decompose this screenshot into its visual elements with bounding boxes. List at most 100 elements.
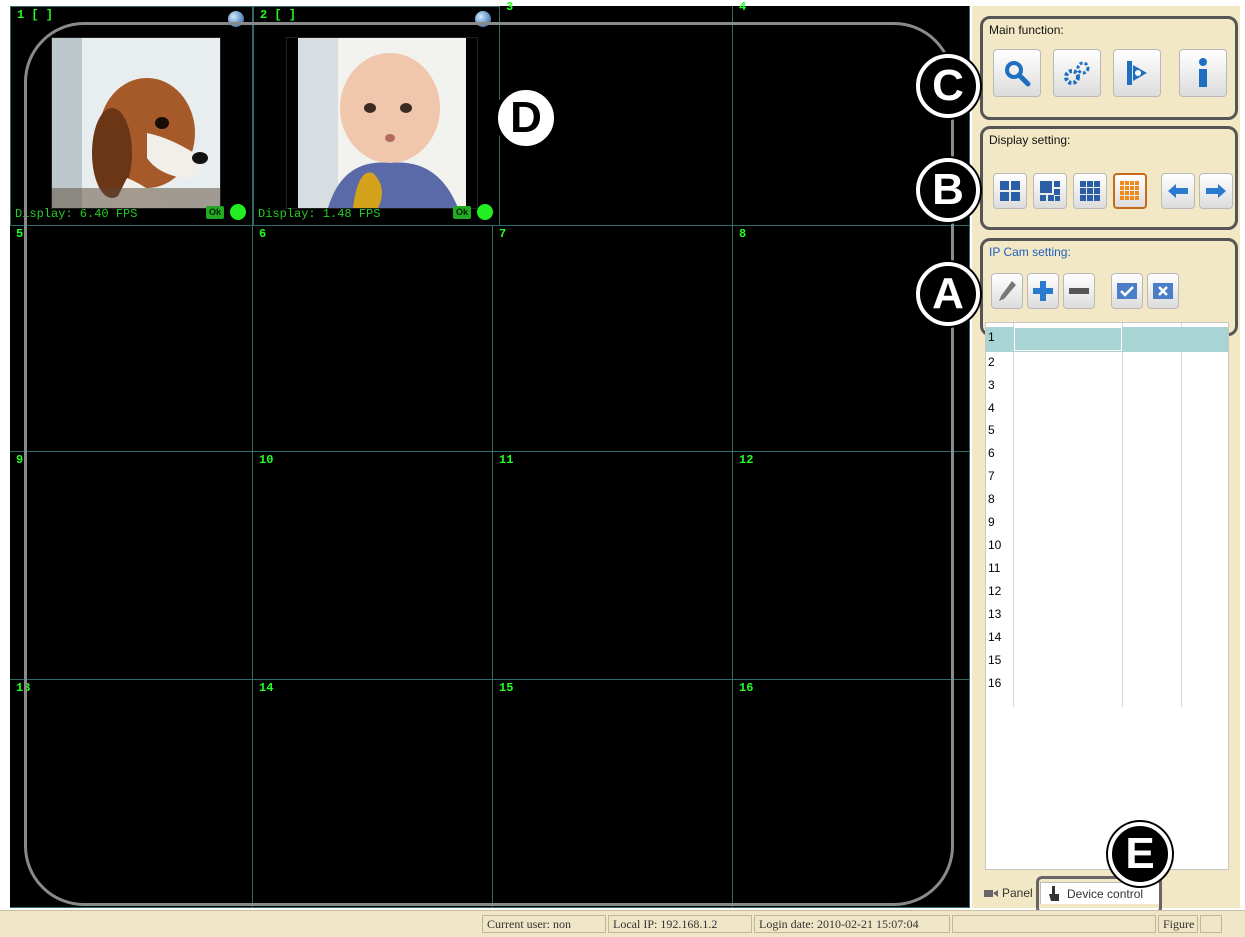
search-icon: [1005, 61, 1031, 87]
status-current-user: Current user: non: [482, 915, 606, 933]
search-button[interactable]: [993, 49, 1041, 97]
list-row[interactable]: 16: [986, 673, 1228, 696]
list-row[interactable]: 11: [986, 558, 1228, 581]
camera-cell-10[interactable]: 10: [253, 452, 493, 680]
layout-9-button[interactable]: [1073, 173, 1107, 209]
ok-badge: Ok: [453, 206, 471, 219]
arrow-left-icon: [1168, 184, 1188, 198]
list-row[interactable]: 3: [986, 375, 1228, 398]
camera-cell-8[interactable]: 8: [733, 226, 970, 452]
list-row[interactable]: 5: [986, 420, 1228, 443]
quad-view-icon: [1040, 181, 1060, 201]
remove-camera-button[interactable]: [1063, 273, 1095, 309]
status-login-date: Login date: 2010-02-21 15:07:04: [754, 915, 950, 933]
cell-number: 12: [739, 453, 754, 467]
info-button[interactable]: [1179, 49, 1227, 97]
selected-cell: [1014, 327, 1122, 351]
status-spacer: [952, 915, 1156, 933]
edit-camera-button[interactable]: [991, 273, 1023, 309]
cell-number: 10: [259, 453, 274, 467]
camera-cell-13[interactable]: 13: [10, 680, 253, 908]
camera-cell-9[interactable]: 9: [10, 452, 253, 680]
camera-cell-16[interactable]: 16: [733, 680, 970, 908]
camera-cell-14[interactable]: 14: [253, 680, 493, 908]
camera-cell-5[interactable]: 5: [10, 226, 253, 452]
callout-a: A: [916, 262, 980, 326]
camera-list[interactable]: 1 2 3 4 5 6 7 8 9 10 11 12 13 14 15 16: [985, 322, 1229, 870]
list-row[interactable]: 15: [986, 650, 1228, 673]
nine-view-icon: [1080, 181, 1100, 201]
callout-c: C: [916, 54, 980, 118]
row-number: 13: [988, 607, 1002, 621]
layout-4-button[interactable]: [1033, 173, 1067, 209]
camera-cell-12[interactable]: 12: [733, 452, 970, 680]
row-number: 5: [988, 423, 995, 437]
callout-d: D: [494, 86, 558, 150]
cell-number: 7: [499, 227, 507, 241]
cell-number: 6: [259, 227, 267, 241]
tab-panel[interactable]: Panel: [984, 882, 1033, 904]
add-camera-button[interactable]: [1027, 273, 1059, 309]
row-number: 1: [988, 330, 995, 344]
row-number: 4: [988, 401, 995, 415]
row-number: 9: [988, 515, 995, 529]
row-number: 14: [988, 630, 1002, 644]
arrow-right-icon: [1206, 184, 1226, 198]
list-row[interactable]: 7: [986, 466, 1228, 489]
list-row[interactable]: 14: [986, 627, 1228, 650]
layout-16-button[interactable]: [1113, 173, 1147, 209]
list-row-selected[interactable]: 1: [986, 327, 1228, 352]
pencil-icon: [999, 281, 1016, 301]
playback-button[interactable]: [1113, 49, 1161, 97]
status-dot-icon: [477, 204, 493, 220]
list-row[interactable]: 12: [986, 581, 1228, 604]
beagle-dog-photo: [51, 37, 221, 209]
camera-cell-6[interactable]: 6: [253, 226, 493, 452]
main-function-group: Main function:: [980, 16, 1238, 120]
plus-icon: [1033, 281, 1053, 301]
camera-icon: [984, 890, 998, 897]
camera-cell-15[interactable]: 15: [493, 680, 733, 908]
x-icon: [1153, 283, 1173, 299]
display-setting-group: Display setting:: [980, 126, 1238, 230]
group-title: IP Cam setting:: [989, 245, 1071, 259]
play-icon: [1127, 61, 1147, 85]
camera-cell-11[interactable]: 11: [493, 452, 733, 680]
list-row[interactable]: 9: [986, 512, 1228, 535]
group-title: Display setting:: [989, 133, 1071, 147]
row-number: 3: [988, 378, 995, 392]
list-row[interactable]: 13: [986, 604, 1228, 627]
settings-button[interactable]: [1053, 49, 1101, 97]
row-number: 10: [988, 538, 1002, 552]
next-page-button[interactable]: [1199, 173, 1233, 209]
sixteen-view-icon: [1120, 181, 1139, 200]
ok-badge: Ok: [206, 206, 224, 219]
cell-number: 14: [259, 681, 274, 695]
cell-number: 3: [506, 0, 514, 14]
camera-cell-1[interactable]: 1 [ ] Display: 6.40 FPS Ok: [10, 6, 253, 226]
video-grid: 1 [ ] Display: 6.40 FPS Ok 2 [ ] Display…: [10, 0, 970, 908]
row-number: 2: [988, 355, 995, 369]
camera-cell-2[interactable]: 2 [ ] Display: 1.48 FPS Ok: [253, 6, 500, 226]
cell-number: 4: [739, 0, 747, 14]
list-row[interactable]: 2: [986, 352, 1228, 375]
connect-camera-button[interactable]: [1111, 273, 1143, 309]
cell-number: 16: [739, 681, 754, 695]
list-row[interactable]: 10: [986, 535, 1228, 558]
gears-icon: [1064, 61, 1090, 85]
status-bar: Current user: non Local IP: 192.168.1.2 …: [0, 910, 1245, 937]
status-figure: Figure: [1158, 915, 1198, 933]
row-number: 6: [988, 446, 995, 460]
list-row[interactable]: 4: [986, 398, 1228, 421]
status-dot-icon: [230, 204, 246, 220]
layout-1-button[interactable]: [993, 173, 1027, 209]
list-row[interactable]: 8: [986, 489, 1228, 512]
status-empty: [1200, 915, 1222, 933]
callout-b: B: [916, 158, 980, 222]
prev-page-button[interactable]: [1161, 173, 1195, 209]
disconnect-camera-button[interactable]: [1147, 273, 1179, 309]
camera-cell-7[interactable]: 7: [493, 226, 733, 452]
list-row[interactable]: 6: [986, 443, 1228, 466]
cell-number: 2 [ ]: [260, 8, 297, 22]
row-number: 8: [988, 492, 995, 506]
